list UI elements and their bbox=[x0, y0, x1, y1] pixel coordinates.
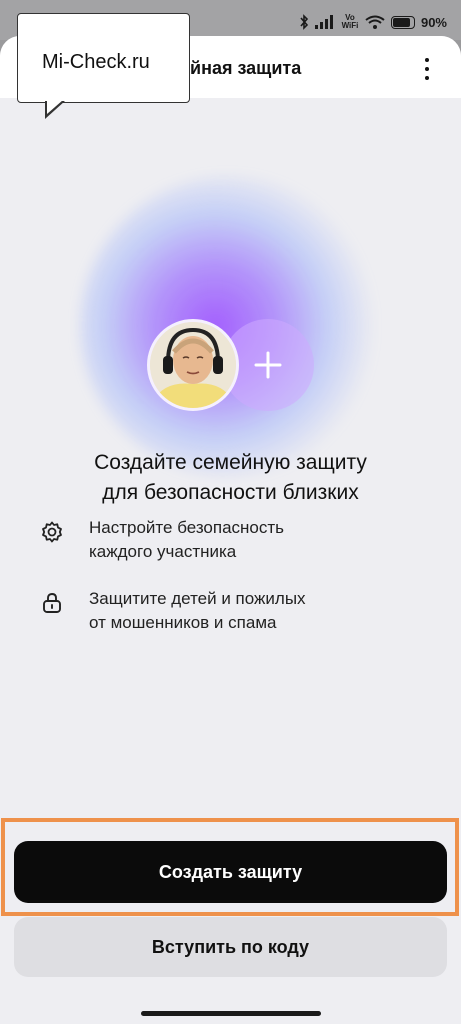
vowifi-icon: Vo WiFi bbox=[341, 13, 359, 30]
wifi-icon bbox=[365, 15, 385, 29]
battery-icon bbox=[390, 15, 415, 29]
feature-line: от мошенников и спама bbox=[89, 613, 277, 632]
feature-line: Настройте безопасность bbox=[89, 518, 285, 537]
avatar-photo bbox=[150, 322, 236, 408]
battery-percent: 90% bbox=[420, 14, 447, 30]
feature-line: Защитите детей и пожилых bbox=[89, 589, 306, 608]
feature-line: каждого участника bbox=[89, 542, 237, 561]
create-protection-button[interactable]: Создать защиту bbox=[14, 841, 447, 903]
plus-icon bbox=[254, 351, 282, 379]
hero-headline-line1: Создайте семейную защиту bbox=[94, 451, 367, 474]
hero-headline-line2: для безопасности близких bbox=[102, 481, 359, 504]
lock-icon bbox=[43, 593, 61, 613]
gear-icon bbox=[42, 521, 62, 543]
signal-icon bbox=[314, 15, 333, 29]
status-icons: Vo WiFi 90% bbox=[299, 12, 447, 32]
join-by-code-button[interactable]: Вступить по коду bbox=[14, 917, 447, 977]
page-title: ейная защита bbox=[180, 58, 302, 78]
watermark-callout-tail-fill bbox=[47, 100, 63, 114]
hero-headline: Создайте семейную защиту для безопасност… bbox=[0, 448, 461, 508]
home-indicator[interactable] bbox=[141, 1011, 321, 1016]
watermark-text: Mi-Check.ru bbox=[42, 51, 150, 73]
watermark-callout: Mi-Check.ru bbox=[17, 13, 190, 103]
more-vertical-icon[interactable] bbox=[423, 58, 431, 80]
bluetooth-icon bbox=[300, 14, 309, 30]
hero-glow bbox=[80, 176, 380, 476]
avatar bbox=[147, 319, 239, 411]
